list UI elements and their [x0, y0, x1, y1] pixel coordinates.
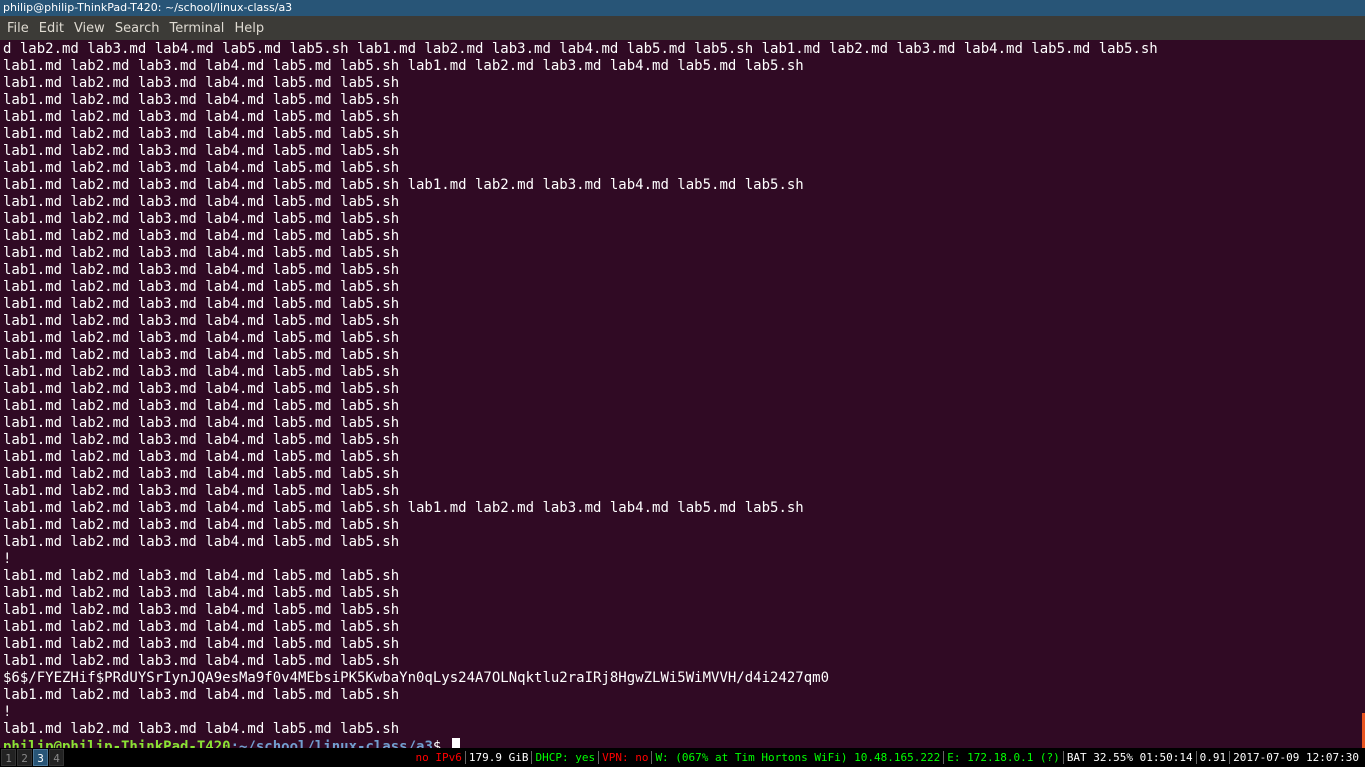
terminal-line: lab1.md lab2.md lab3.md lab4.md lab5.md … — [3, 228, 400, 244]
terminal-line: lab1.md lab2.md lab3.md lab4.md lab5.md … — [3, 177, 804, 193]
terminal-line: lab1.md lab2.md lab3.md lab4.md lab5.md … — [3, 279, 400, 295]
terminal-line: lab1.md lab2.md lab3.md lab4.md lab5.md … — [3, 636, 400, 652]
terminal-line: lab1.md lab2.md lab3.md lab4.md lab5.md … — [3, 687, 400, 703]
terminal-line: lab1.md lab2.md lab3.md lab4.md lab5.md … — [3, 143, 400, 159]
terminal-line: lab1.md lab2.md lab3.md lab4.md lab5.md … — [3, 721, 400, 737]
status-disk: 179.9 GiB — [464, 751, 532, 764]
status-vpn: VPN: no — [598, 751, 651, 764]
terminal-line: lab1.md lab2.md lab3.md lab4.md lab5.md … — [3, 364, 400, 380]
terminal-line: lab1.md lab2.md lab3.md lab4.md lab5.md … — [3, 381, 400, 397]
status-dhcp: DHCP: yes — [531, 751, 598, 764]
window-title-bar[interactable]: philip@philip-ThinkPad-T420: ~/school/li… — [0, 0, 1365, 16]
terminal-line: lab1.md lab2.md lab3.md lab4.md lab5.md … — [3, 92, 400, 108]
terminal-line: lab1.md lab2.md lab3.md lab4.md lab5.md … — [3, 126, 400, 142]
shell-prompt-line[interactable]: philip@philip-ThinkPad-T420:~/school/lin… — [3, 738, 1365, 748]
workspace-3-button[interactable]: 3 — [33, 749, 48, 766]
prompt-path: :~/school/linux-class/a3 — [230, 739, 433, 748]
status-ipv6: no IPv6 — [415, 751, 462, 764]
terminal-line: lab1.md lab2.md lab3.md lab4.md lab5.md … — [3, 517, 400, 533]
terminal-line: lab1.md lab2.md lab3.md lab4.md lab5.md … — [3, 500, 804, 516]
prompt-user-host: philip@philip-ThinkPad-T420 — [3, 739, 231, 748]
terminal-line: lab1.md lab2.md lab3.md lab4.md lab5.md … — [3, 415, 400, 431]
menu-file[interactable]: File — [2, 21, 34, 36]
terminal-line: lab1.md lab2.md lab3.md lab4.md lab5.md … — [3, 432, 400, 448]
status-bar: 1 2 3 4 no IPv6 179.9 GiB DHCP: yes VPN:… — [0, 748, 1365, 767]
terminal-line: lab1.md lab2.md lab3.md lab4.md lab5.md … — [3, 245, 400, 261]
prompt-symbol: $ — [432, 739, 450, 748]
workspace-switcher: 1 2 3 4 — [1, 749, 65, 766]
workspace-1-button[interactable]: 1 — [1, 749, 16, 766]
text-cursor — [451, 738, 460, 748]
terminal-output[interactable]: d lab2.md lab3.md lab4.md lab5.md lab5.s… — [0, 40, 1365, 748]
status-battery: BAT 32.55% 01:50:14 — [1062, 751, 1196, 764]
window-title: philip@philip-ThinkPad-T420: ~/school/li… — [3, 1, 293, 14]
status-datetime: 2017-07-09 12:07:30 — [1229, 751, 1362, 764]
terminal-line: lab1.md lab2.md lab3.md lab4.md lab5.md … — [3, 109, 400, 125]
terminal-line: lab1.md lab2.md lab3.md lab4.md lab5.md … — [3, 398, 400, 414]
terminal-line: lab1.md lab2.md lab3.md lab4.md lab5.md … — [3, 75, 400, 91]
terminal-lines: d lab2.md lab3.md lab4.md lab5.md lab5.s… — [3, 41, 1365, 738]
menu-bar: File Edit View Search Terminal Help — [0, 16, 1365, 40]
terminal-line: lab1.md lab2.md lab3.md lab4.md lab5.md … — [3, 211, 400, 227]
terminal-line: lab1.md lab2.md lab3.md lab4.md lab5.md … — [3, 262, 400, 278]
terminal-line: lab1.md lab2.md lab3.md lab4.md lab5.md … — [3, 483, 400, 499]
menu-help[interactable]: Help — [229, 21, 269, 36]
terminal-line: ! — [3, 551, 12, 567]
terminal-line: lab1.md lab2.md lab3.md lab4.md lab5.md … — [3, 568, 400, 584]
terminal-line: lab1.md lab2.md lab3.md lab4.md lab5.md … — [3, 466, 400, 482]
terminal-line: lab1.md lab2.md lab3.md lab4.md lab5.md … — [3, 347, 400, 363]
menu-view[interactable]: View — [69, 21, 110, 36]
terminal-line: lab1.md lab2.md lab3.md lab4.md lab5.md … — [3, 585, 400, 601]
terminal-line: lab1.md lab2.md lab3.md lab4.md lab5.md … — [3, 296, 400, 312]
terminal-line: lab1.md lab2.md lab3.md lab4.md lab5.md … — [3, 160, 400, 176]
terminal-line: lab1.md lab2.md lab3.md lab4.md lab5.md … — [3, 313, 400, 329]
terminal-line: ! — [3, 704, 12, 720]
terminal-line: lab1.md lab2.md lab3.md lab4.md lab5.md … — [3, 602, 400, 618]
menu-terminal[interactable]: Terminal — [164, 21, 229, 36]
terminal-line: lab1.md lab2.md lab3.md lab4.md lab5.md … — [3, 534, 400, 550]
terminal-line: lab1.md lab2.md lab3.md lab4.md lab5.md … — [3, 194, 400, 210]
terminal-line: d lab2.md lab3.md lab4.md lab5.md lab5.s… — [3, 41, 1158, 57]
terminal-line: lab1.md lab2.md lab3.md lab4.md lab5.md … — [3, 449, 400, 465]
terminal-line: lab1.md lab2.md lab3.md lab4.md lab5.md … — [3, 619, 400, 635]
status-ethernet: E: 172.18.0.1 (?) — [943, 751, 1063, 764]
terminal-line: $6$/FYEZHif$PRdUYSrIynJQA9esMa9f0v4MEbsi… — [3, 670, 830, 686]
terminal-line: lab1.md lab2.md lab3.md lab4.md lab5.md … — [3, 330, 400, 346]
terminal-line: lab1.md lab2.md lab3.md lab4.md lab5.md … — [3, 653, 400, 669]
workspace-2-button[interactable]: 2 — [17, 749, 32, 766]
status-wifi: W: (067% at Tim Hortons WiFi) 10.48.165.… — [651, 751, 943, 764]
workspace-4-button[interactable]: 4 — [49, 749, 64, 766]
menu-search[interactable]: Search — [110, 21, 165, 36]
status-blocks: no IPv6 179.9 GiB DHCP: yes VPN: no W: (… — [413, 751, 1365, 764]
terminal-line: lab1.md lab2.md lab3.md lab4.md lab5.md … — [3, 58, 804, 74]
status-load: 0.91 — [1195, 751, 1230, 764]
menu-edit[interactable]: Edit — [34, 21, 69, 36]
